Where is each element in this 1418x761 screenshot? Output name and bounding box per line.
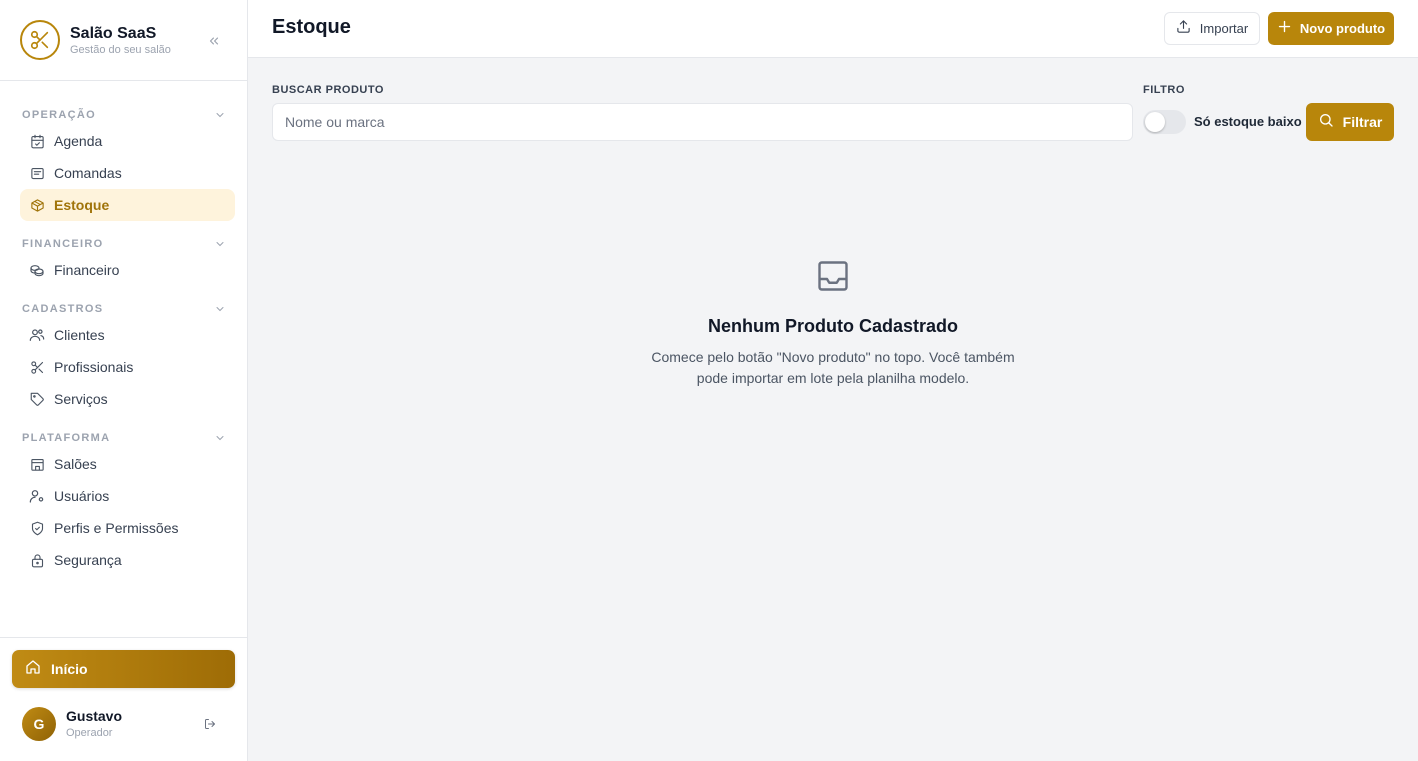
home-button-label: Início <box>51 661 88 677</box>
filter-label: FILTRO <box>1143 84 1185 96</box>
sidebar-item-profissionais[interactable]: Profissionais <box>20 351 235 383</box>
chevron-down-icon <box>216 242 224 247</box>
sidebar: Salão SaaS Gestão do seu salão OPERAÇÃO … <box>0 0 248 761</box>
section-label: PLATAFORMA <box>22 432 111 444</box>
avatar: G <box>22 707 56 741</box>
section-operacao[interactable]: OPERAÇÃO <box>22 107 226 123</box>
section-label: OPERAÇÃO <box>22 109 96 121</box>
tag-icon <box>29 391 45 407</box>
home-button[interactable]: Início <box>12 650 235 688</box>
store-icon <box>29 456 45 472</box>
topbar: Estoque Importar Novo produto <box>248 0 1418 58</box>
empty-state-text: Comece pelo botão "Novo produto" no topo… <box>651 349 1015 386</box>
new-product-button[interactable]: Novo produto <box>1268 12 1394 45</box>
search-input[interactable] <box>272 103 1133 141</box>
collapse-sidebar-icon[interactable] <box>205 32 223 50</box>
sidebar-item-financeiro[interactable]: Financeiro <box>20 254 235 286</box>
sidebar-item-label: Serviços <box>54 391 108 407</box>
sidebar-item-label: Agenda <box>54 133 103 149</box>
section-cadastros[interactable]: CADASTROS <box>22 301 226 317</box>
empty-state-title: Nenhum Produto Cadastrado <box>707 316 958 336</box>
inbox-icon <box>815 258 851 294</box>
low-stock-label: Só estoque baixo <box>1194 114 1302 129</box>
low-stock-toggle[interactable] <box>1143 110 1186 134</box>
new-product-button-label: Novo produto <box>1299 21 1386 36</box>
page-title: Estoque <box>272 16 351 38</box>
sidebar-item-perfis-permissoes[interactable]: Perfis e Permissões <box>20 512 235 544</box>
filter-button-label: Filtrar <box>1342 114 1383 130</box>
brand-name: Salão SaaS <box>70 24 157 42</box>
sidebar-item-label: Profissionais <box>54 359 134 375</box>
sidebar-item-servicos[interactable]: Serviços <box>20 383 235 415</box>
coins-icon <box>29 262 45 278</box>
user-name: Gustavo <box>66 707 123 724</box>
shield-check-icon <box>29 520 45 536</box>
scissors-logo-icon <box>20 20 60 60</box>
sidebar-item-saloes[interactable]: Salões <box>20 448 235 480</box>
section-label: FINANCEIRO <box>22 238 104 250</box>
box-icon <box>29 197 45 213</box>
section-financeiro[interactable]: FINANCEIRO <box>22 236 226 252</box>
lock-icon <box>29 552 45 568</box>
sidebar-item-label: Usuários <box>54 488 110 504</box>
sidebar-item-label: Estoque <box>54 197 110 213</box>
import-button-label: Importar <box>1199 21 1249 36</box>
plus-icon <box>1277 19 1292 39</box>
chevron-down-icon <box>216 307 224 312</box>
empty-state: Nenhum Produto Cadastrado Comece pelo bo… <box>633 258 1033 389</box>
sidebar-item-usuarios[interactable]: Usuários <box>20 480 235 512</box>
sidebar-footer: Início G Gustavo Operador <box>0 637 247 761</box>
calendar-check-icon <box>29 133 45 149</box>
section-label: CADASTROS <box>22 303 104 315</box>
filter-button[interactable]: Filtrar <box>1306 103 1394 141</box>
home-icon <box>25 659 41 680</box>
scissors-icon <box>29 359 45 375</box>
sidebar-item-label: Perfis e Permissões <box>54 520 179 536</box>
receipt-icon <box>29 165 45 181</box>
user-role: Operador <box>66 726 113 739</box>
section-plataforma[interactable]: PLATAFORMA <box>22 430 226 446</box>
logout-icon[interactable] <box>203 717 217 731</box>
upload-icon <box>1176 19 1191 39</box>
search-label: BUSCAR PRODUTO <box>272 84 384 96</box>
sidebar-item-estoque[interactable]: Estoque <box>20 189 235 221</box>
users-icon <box>29 327 45 343</box>
chevron-down-icon <box>216 436 224 441</box>
toggle-knob <box>1145 112 1165 132</box>
search-icon <box>1318 112 1334 133</box>
import-button[interactable]: Importar <box>1164 12 1260 45</box>
sidebar-item-seguranca[interactable]: Segurança <box>20 544 235 576</box>
brand: Salão SaaS Gestão do seu salão <box>0 0 247 81</box>
sidebar-item-label: Segurança <box>54 552 122 568</box>
user-cog-icon <box>29 488 45 504</box>
sidebar-item-comandas[interactable]: Comandas <box>20 157 235 189</box>
brand-subtitle: Gestão do seu salão <box>70 43 171 56</box>
user-profile: G Gustavo Operador <box>22 706 227 742</box>
chevron-down-icon <box>216 113 224 118</box>
sidebar-item-clientes[interactable]: Clientes <box>20 319 235 351</box>
sidebar-item-label: Financeiro <box>54 262 120 278</box>
sidebar-item-label: Salões <box>54 456 97 472</box>
sidebar-item-agenda[interactable]: Agenda <box>20 125 235 157</box>
sidebar-item-label: Clientes <box>54 327 105 343</box>
sidebar-item-label: Comandas <box>54 165 122 181</box>
